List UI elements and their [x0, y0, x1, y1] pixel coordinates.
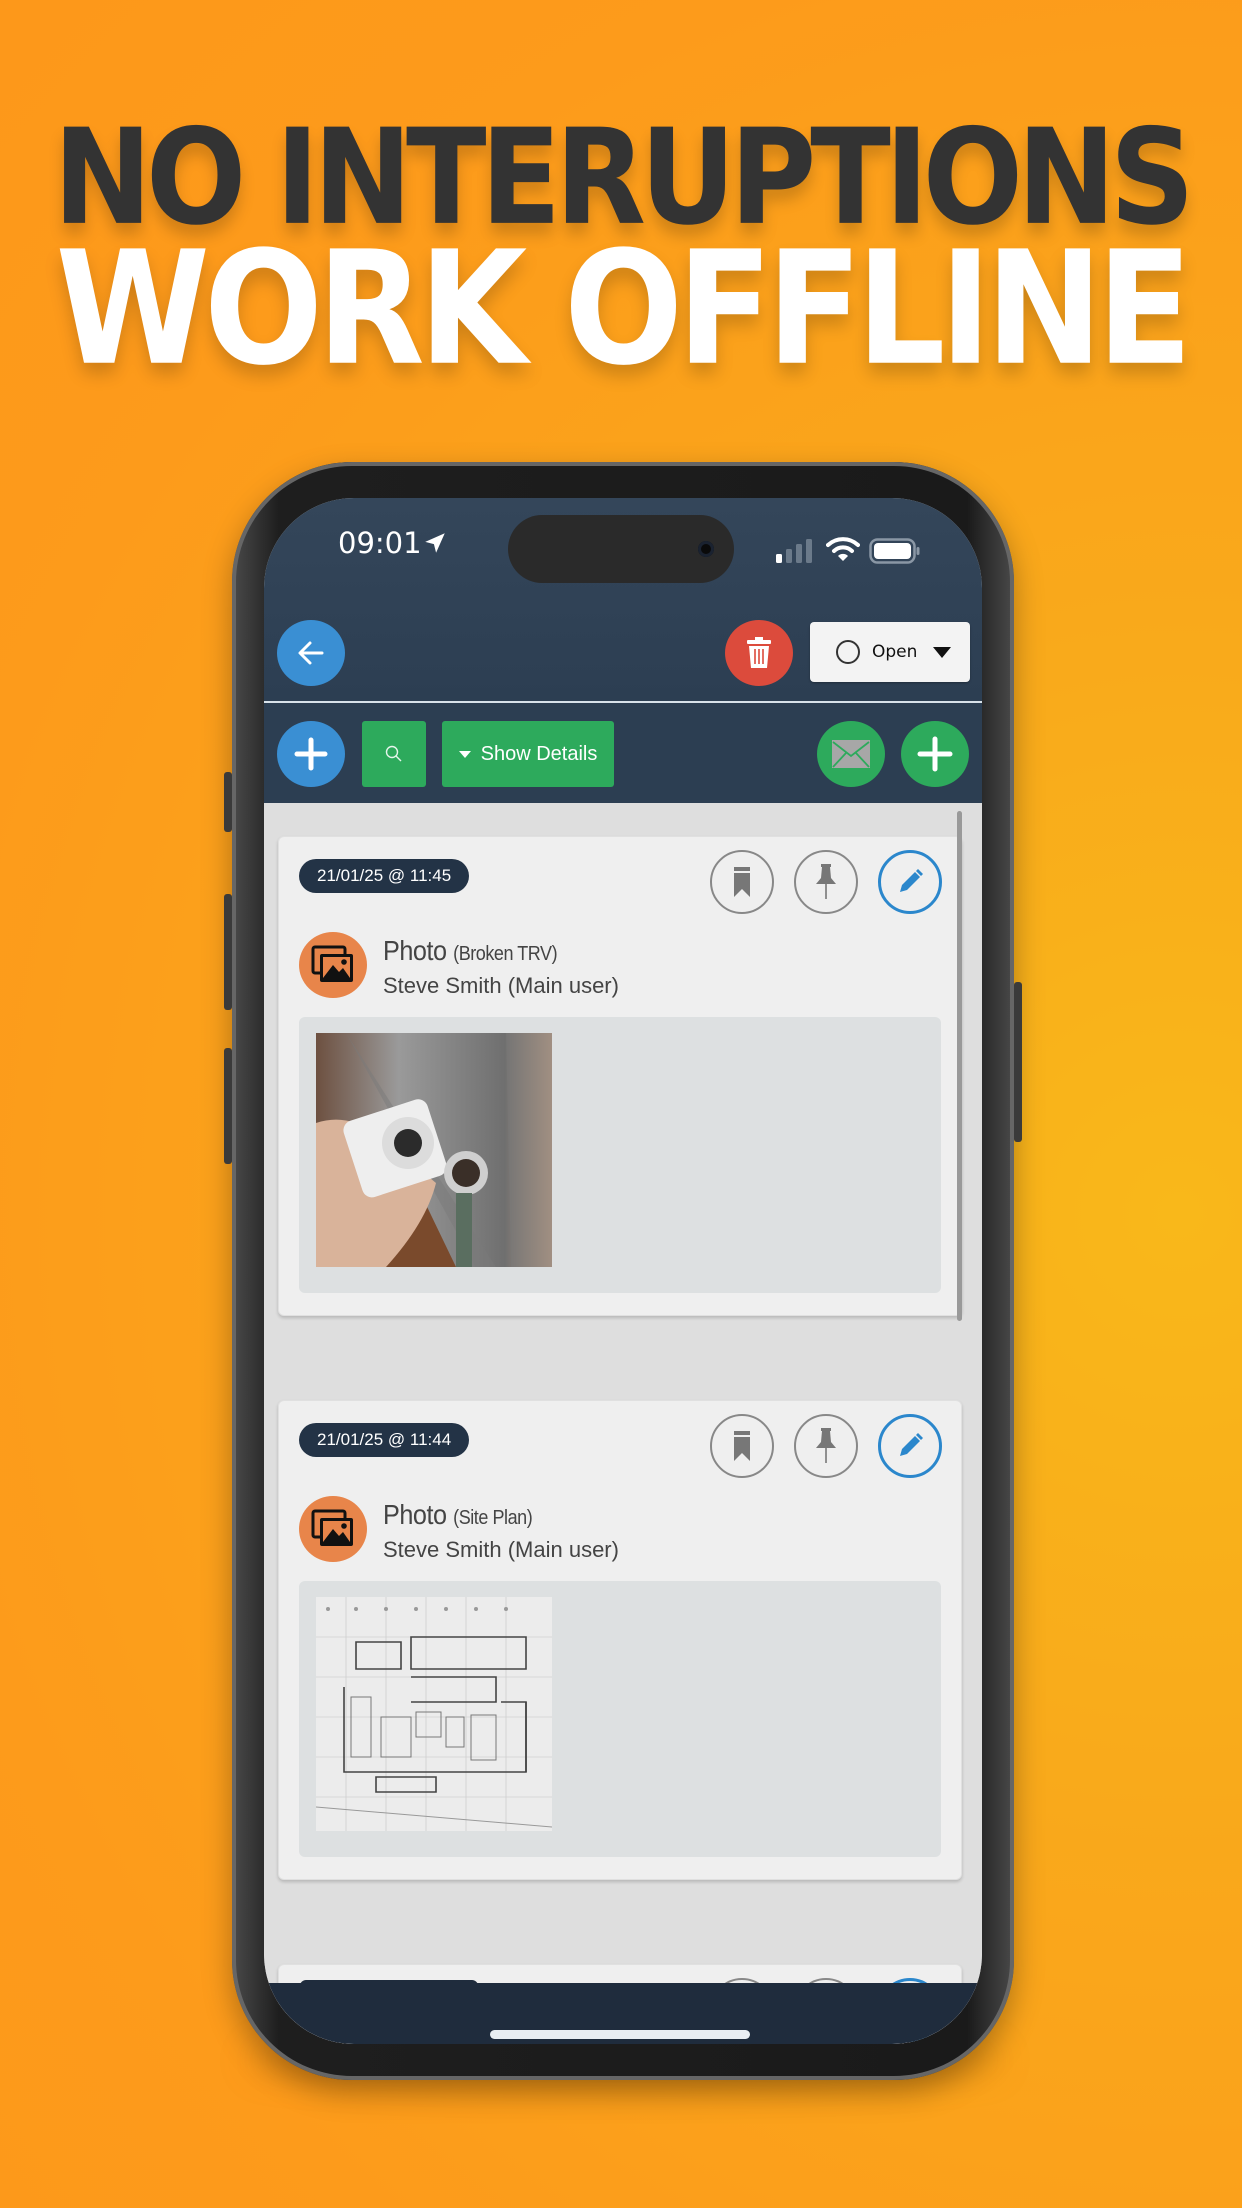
email-button[interactable] — [817, 721, 885, 787]
volume-down-button — [224, 1048, 232, 1164]
location-arrow-icon — [425, 533, 445, 553]
battery-icon — [869, 538, 920, 564]
images-icon — [311, 1509, 353, 1546]
entry-media — [299, 1017, 941, 1293]
list-item[interactable]: 21/01/25 @ 11:45 Photo (Broken TRV) Stev… — [278, 836, 962, 1316]
radio-circle-icon — [836, 640, 860, 664]
photo-thumbnail-site-plan[interactable] — [316, 1597, 552, 1831]
entry-title: Photo (Broken TRV) — [383, 935, 558, 967]
pencil-icon — [900, 1433, 923, 1456]
bookmark-icon — [734, 867, 750, 897]
photo-type-avatar — [299, 932, 367, 998]
wifi-icon — [826, 537, 860, 561]
home-indicator[interactable] — [490, 2030, 750, 2039]
entry-type: Photo — [383, 935, 447, 966]
pin-icon — [816, 1428, 836, 1463]
images-icon — [311, 945, 353, 982]
edit-button[interactable] — [878, 850, 942, 914]
show-details-label: Show Details — [480, 742, 598, 765]
app-header: 09:01 Open — [264, 498, 982, 703]
bookmark-icon — [734, 1431, 750, 1461]
entries-list[interactable]: 21/01/25 @ 11:45 Photo (Broken TRV) Stev… — [264, 803, 982, 2044]
dynamic-island — [508, 515, 734, 583]
pin-button[interactable] — [794, 1414, 858, 1478]
pin-button[interactable] — [794, 850, 858, 914]
pin-icon — [816, 864, 836, 899]
plus-icon — [917, 736, 953, 772]
caret-down-icon — [933, 646, 952, 658]
back-button[interactable] — [277, 620, 345, 686]
bookmark-button[interactable] — [710, 850, 774, 914]
status-select-value: Open — [872, 642, 918, 662]
bookmark-button[interactable] — [710, 1414, 774, 1478]
site-plan-drawing — [316, 1597, 552, 1831]
pencil-icon — [900, 869, 923, 892]
photo-thumbnail-trv[interactable] — [316, 1033, 552, 1267]
search-icon — [385, 745, 402, 762]
envelope-icon — [832, 740, 870, 768]
entry-title: Photo (Site Plan) — [383, 1499, 533, 1531]
search-button[interactable] — [362, 721, 426, 787]
list-item[interactable]: 21/01/25 @ 11:44 Photo (Site Plan) Steve… — [278, 1400, 962, 1880]
photo-type-avatar — [299, 1496, 367, 1562]
show-details-button[interactable]: Show Details — [442, 721, 614, 787]
add-entry-button[interactable] — [277, 721, 345, 787]
edit-button[interactable] — [878, 1414, 942, 1478]
cellular-signal-icon — [776, 539, 812, 563]
trash-icon — [747, 637, 771, 668]
add-green-button[interactable] — [901, 721, 969, 787]
action-button — [224, 772, 232, 832]
phone-screen: 09:01 Open Show Details 21/01/25 @ 11:45… — [264, 498, 982, 2044]
arrow-left-icon — [298, 641, 324, 665]
entry-type: Photo — [383, 1499, 447, 1530]
plus-icon — [294, 737, 328, 771]
camera-icon — [698, 541, 714, 557]
entry-date: 21/01/25 @ 11:44 — [299, 1423, 470, 1457]
volume-up-button — [224, 894, 232, 1010]
trv-photo — [316, 1033, 552, 1267]
status-select[interactable]: Open — [810, 622, 970, 682]
toolbar: Show Details — [264, 703, 982, 803]
entry-caption: (Site Plan) — [453, 1507, 533, 1529]
entry-caption: (Broken TRV) — [453, 943, 558, 965]
entry-author: Steve Smith (Main user) — [383, 973, 619, 998]
headline-line-2: WORK OFFLINE — [55, 218, 1193, 401]
entry-date: 21/01/25 @ 11:45 — [299, 859, 470, 893]
power-button — [1014, 982, 1022, 1142]
status-time: 09:01 — [338, 526, 422, 560]
caret-down-icon — [458, 750, 471, 758]
scrollbar[interactable] — [957, 811, 962, 1321]
delete-button[interactable] — [725, 620, 793, 686]
entry-media — [299, 1581, 941, 1857]
entry-author: Steve Smith (Main user) — [383, 1537, 619, 1562]
